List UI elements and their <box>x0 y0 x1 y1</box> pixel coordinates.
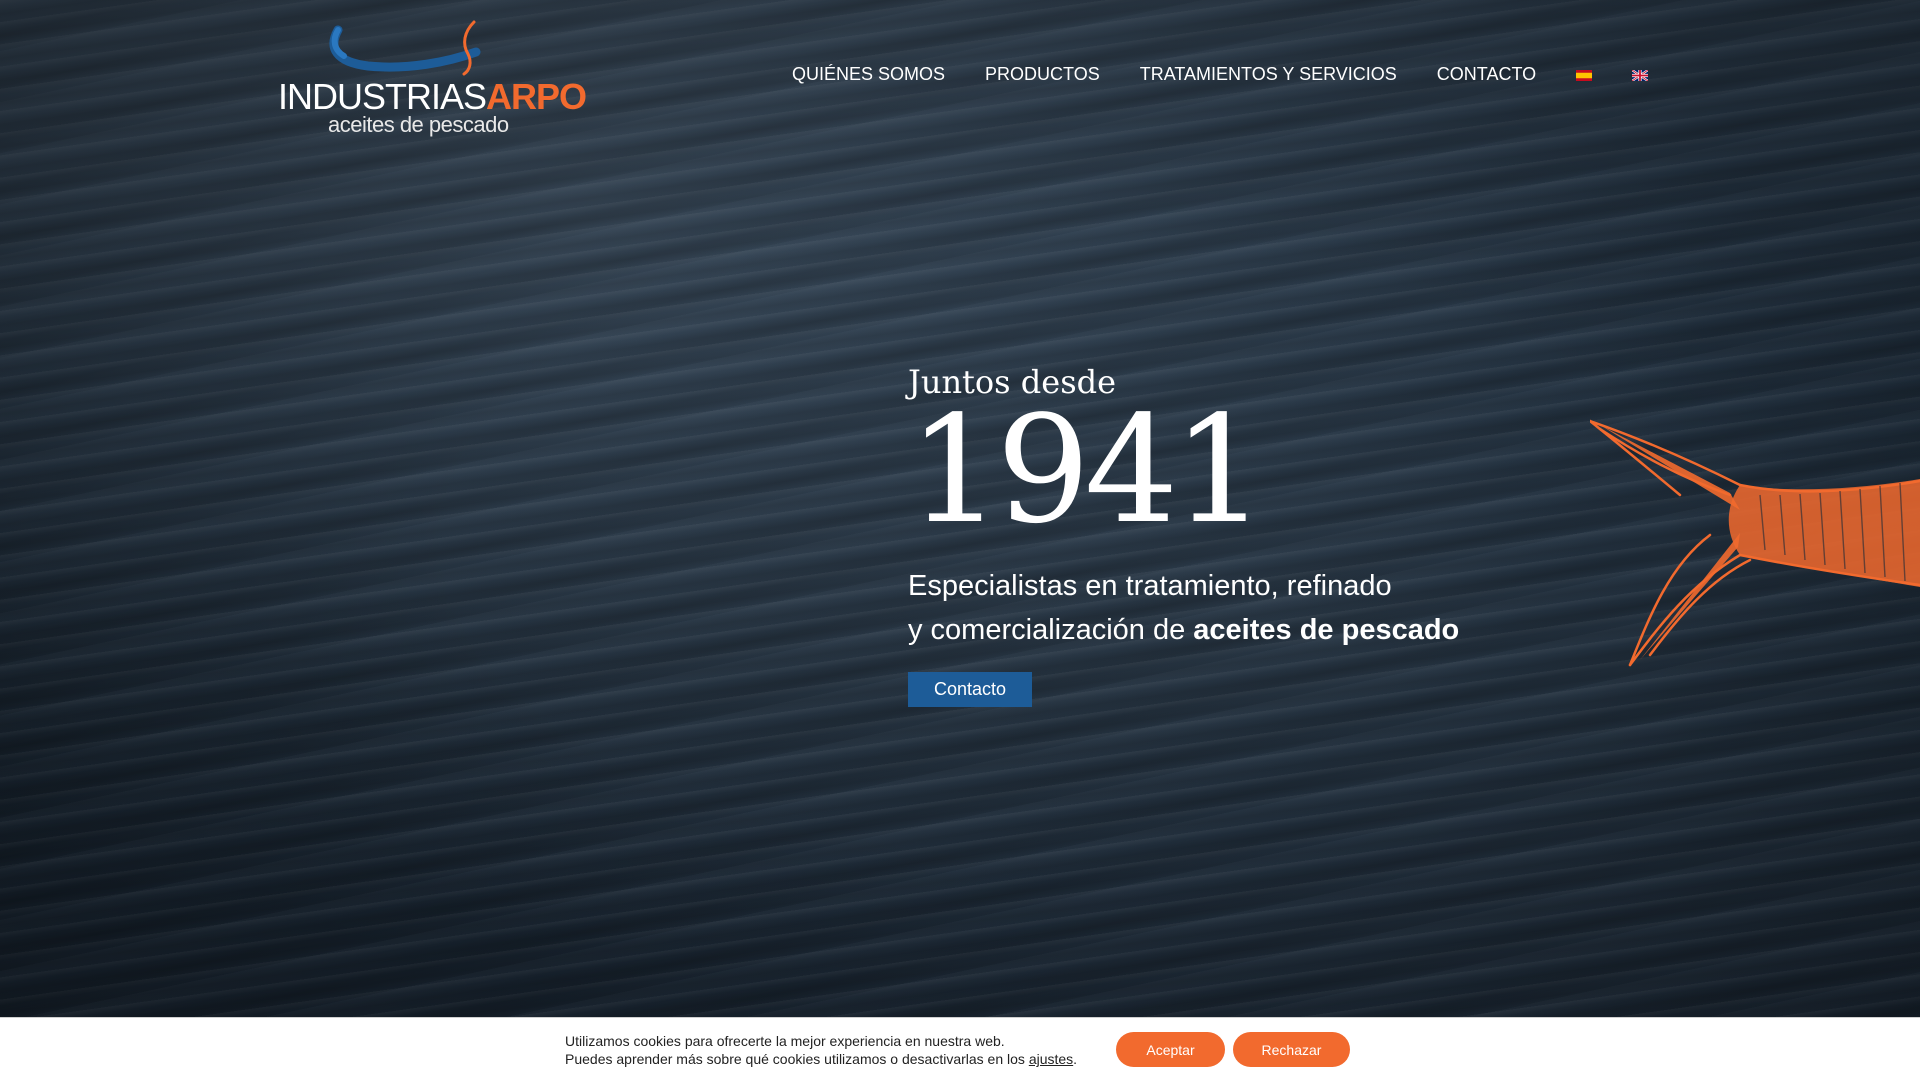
nav-productos[interactable]: PRODUCTOS <box>985 64 1100 85</box>
reject-cookies-button[interactable]: Rechazar <box>1233 1032 1350 1067</box>
hero-description-line1: Especialistas en tratamiento, refinado <box>908 570 1392 603</box>
nav-tratamientos-servicios[interactable]: TRATAMIENTOS Y SERVICIOS <box>1140 64 1397 85</box>
hero-description: Especialistas en tratamiento, refinado y… <box>908 564 1548 652</box>
accept-cookies-button[interactable]: Aceptar <box>1116 1032 1225 1067</box>
hero-content: Juntos desde 1941 Especialistas en trata… <box>908 364 1548 708</box>
cookie-consent-bar: Utilizamos cookies para ofrecerte la mej… <box>0 1017 1920 1081</box>
flag-uk-icon[interactable] <box>1632 70 1649 81</box>
site-logo[interactable]: INDUSTRIASARPO aceites de pescado <box>278 18 587 137</box>
hero-year: 1941 <box>908 384 1267 557</box>
cookie-settings-link[interactable]: ajustes <box>1029 1051 1073 1067</box>
fish-illustration-icon <box>1590 419 1920 667</box>
cookie-message-line1: Utilizamos cookies para ofrecerte la mej… <box>565 1033 1005 1049</box>
hero-background: INDUSTRIASARPO aceites de pescado QUIÉNE… <box>0 0 1920 1080</box>
hero-description-line2: y comercialización de aceites de pescado <box>908 614 1460 647</box>
cookie-message-line2: Puedes aprender más sobre qué cookies ut… <box>565 1051 1078 1067</box>
main-nav: QUIÉNES SOMOS PRODUCTOS TRATAMIENTOS Y S… <box>792 64 1649 85</box>
logo-tagline: aceites de pescado <box>328 112 509 137</box>
flag-spain-icon[interactable] <box>1576 70 1593 81</box>
cookie-message: Utilizamos cookies para ofrecerte la mej… <box>565 1032 1077 1068</box>
nav-quienes-somos[interactable]: QUIÉNES SOMOS <box>792 64 945 85</box>
contact-button[interactable]: Contacto <box>908 672 1033 708</box>
nav-contacto[interactable]: CONTACTO <box>1437 64 1536 85</box>
